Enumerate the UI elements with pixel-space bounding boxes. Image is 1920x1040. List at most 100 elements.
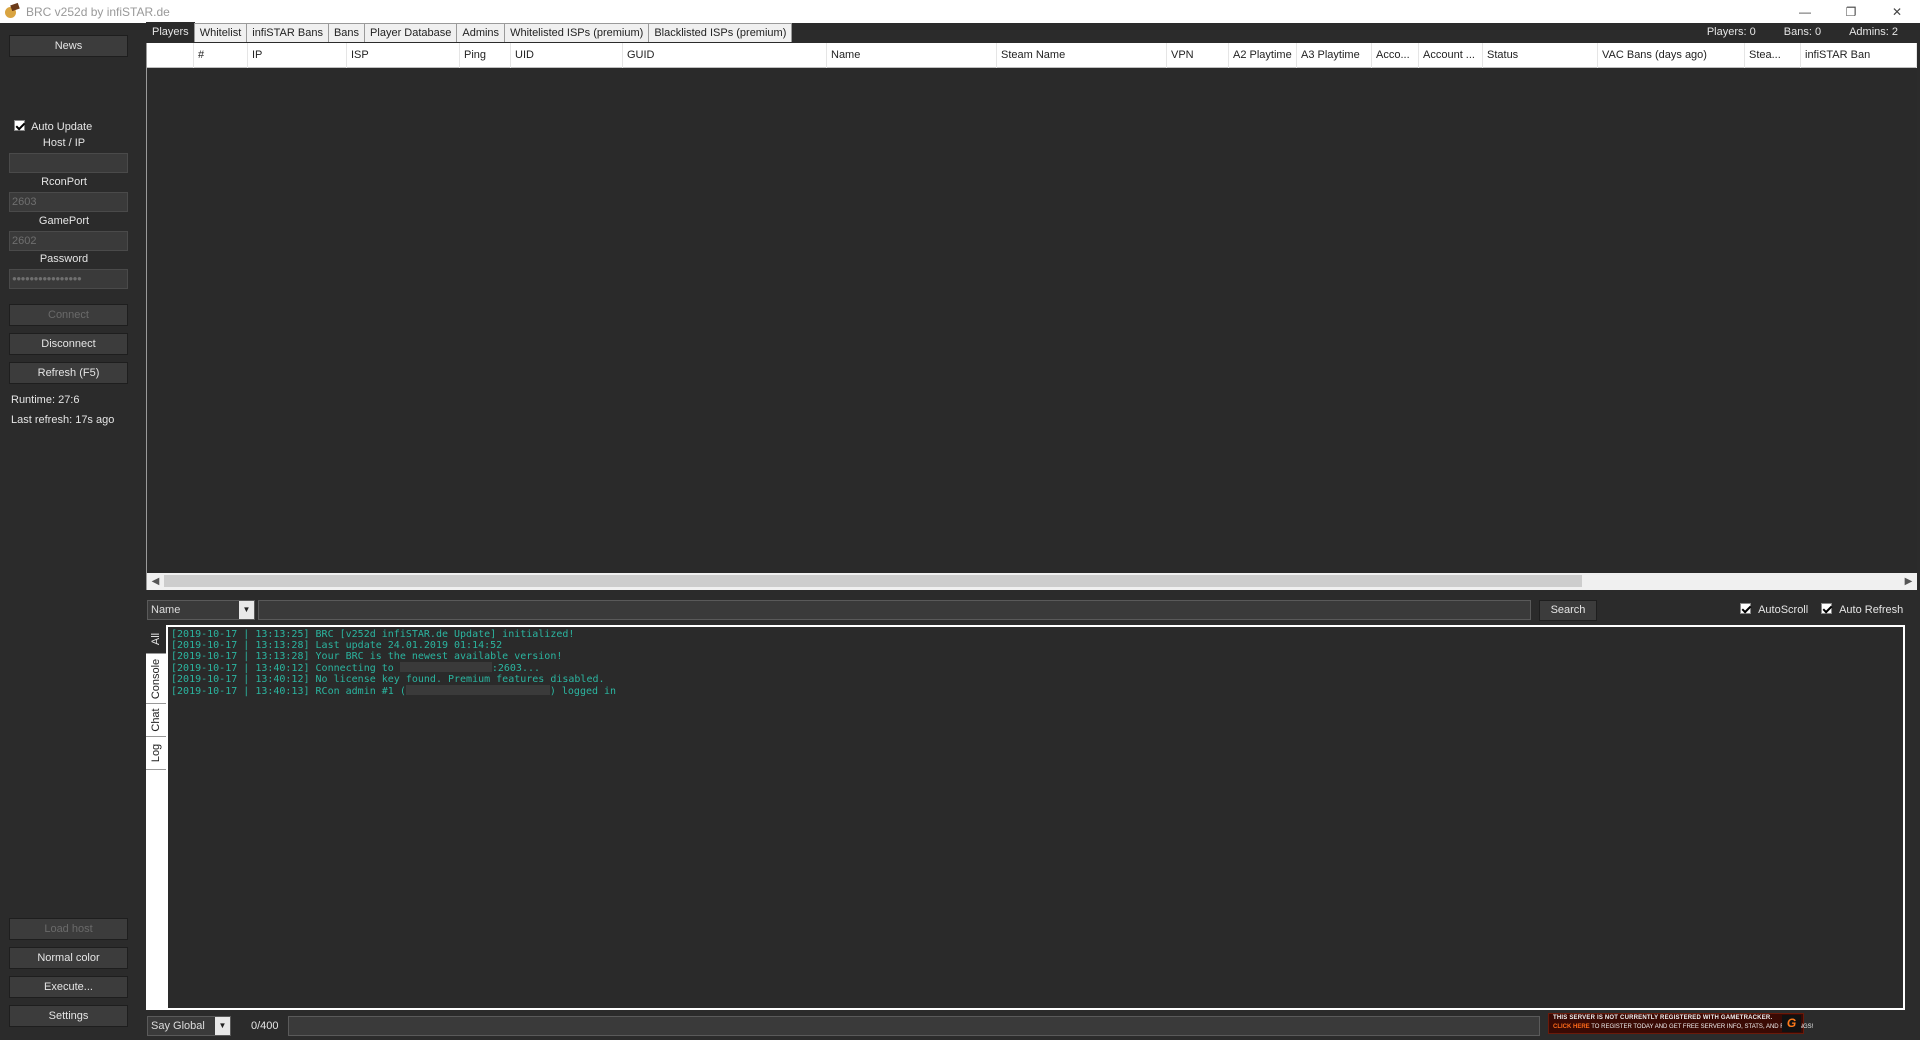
- tab-whitelisted-isps[interactable]: Whitelisted ISPs (premium): [504, 23, 650, 42]
- grid-body[interactable]: [147, 68, 1917, 573]
- column-header[interactable]: A3 Playtime: [1297, 43, 1372, 68]
- rconport-input[interactable]: 2603: [9, 192, 128, 212]
- news-button[interactable]: News: [9, 35, 128, 57]
- window-controls: — ❐ ✕: [1782, 0, 1920, 23]
- grid-header: # IP ISP Ping UID GUID Name Steam Name V…: [147, 43, 1917, 68]
- refresh-button[interactable]: Refresh (F5): [9, 362, 128, 384]
- redacted-ip: [405, 685, 550, 695]
- minimize-icon[interactable]: —: [1782, 0, 1828, 23]
- tab-player-database[interactable]: Player Database: [364, 23, 458, 42]
- column-header[interactable]: Account ...: [1419, 43, 1483, 68]
- gametracker-banner[interactable]: THIS SERVER IS NOT CURRENTLY REGISTERED …: [1548, 1013, 1813, 1034]
- log-tab-log[interactable]: Log: [146, 737, 166, 770]
- column-header[interactable]: #: [194, 43, 248, 68]
- say-message-input[interactable]: [288, 1016, 1540, 1036]
- connect-button[interactable]: Connect: [9, 304, 128, 326]
- search-button[interactable]: Search: [1539, 600, 1597, 621]
- normal-color-button[interactable]: Normal color: [9, 947, 128, 969]
- search-field-value: Name: [151, 604, 181, 616]
- players-count: Players: 0: [1706, 26, 1756, 38]
- auto-update-label: Auto Update: [31, 121, 93, 133]
- log-line: [2019-10-17 | 13:13:25] BRC [v252d infiS…: [171, 629, 575, 640]
- host-label: Host / IP: [42, 137, 86, 149]
- settings-button[interactable]: Settings: [9, 1005, 128, 1027]
- column-header[interactable]: Acco...: [1372, 43, 1419, 68]
- tab-admins[interactable]: Admins: [456, 23, 506, 42]
- grid-row-header: [147, 43, 194, 68]
- log-tab-chat[interactable]: Chat: [146, 704, 166, 737]
- column-header[interactable]: VAC Bans (days ago): [1598, 43, 1745, 68]
- search-input[interactable]: [258, 600, 1531, 620]
- column-header[interactable]: Name: [827, 43, 997, 68]
- column-header[interactable]: infiSTAR Ban: [1801, 43, 1917, 68]
- column-header[interactable]: Stea...: [1745, 43, 1801, 68]
- log-line: [2019-10-17 | 13:13:28] Your BRC is the …: [171, 651, 563, 662]
- host-input[interactable]: [9, 153, 128, 173]
- say-target-select[interactable]: Say Global ▼: [147, 1016, 231, 1036]
- checkbox-icon[interactable]: [14, 120, 25, 131]
- column-header[interactable]: A2 Playtime: [1229, 43, 1297, 68]
- disconnect-button[interactable]: Disconnect: [9, 333, 128, 355]
- scroll-right-icon[interactable]: ▶: [1900, 573, 1917, 590]
- app-icon: [4, 4, 20, 20]
- auto-update-checkbox[interactable]: Auto Update: [14, 120, 92, 133]
- search-field-select[interactable]: Name ▼: [147, 600, 255, 620]
- log-line: [2019-10-17 | 13:13:28] Last update 24.0…: [171, 640, 503, 651]
- log-tab-all[interactable]: All: [146, 625, 166, 654]
- column-header[interactable]: IP: [248, 43, 347, 68]
- column-header[interactable]: ISP: [347, 43, 460, 68]
- autorefresh-label: Auto Refresh: [1839, 604, 1904, 616]
- column-header[interactable]: Steam Name: [997, 43, 1167, 68]
- say-row: Say Global ▼ 0/400 THIS SERVER IS NOT CU…: [146, 1013, 1916, 1036]
- autoscroll-checkbox[interactable]: AutoScroll: [1740, 603, 1808, 616]
- bans-count: Bans: 0: [1783, 26, 1822, 38]
- load-host-button[interactable]: Load host: [9, 918, 128, 940]
- say-target-value: Say Global: [151, 1020, 205, 1032]
- scroll-left-icon[interactable]: ◀: [147, 573, 164, 590]
- banner-line2: CLICK HERE TO REGISTER TODAY AND GET FRE…: [1553, 1024, 1814, 1030]
- rconport-label: RconPort: [41, 176, 87, 188]
- redacted-ip: [399, 662, 492, 672]
- column-header[interactable]: UID: [511, 43, 623, 68]
- log-line: [2019-10-17 | 13:40:12] Connecting to :2…: [171, 662, 541, 674]
- column-header[interactable]: Ping: [460, 43, 511, 68]
- column-header[interactable]: Status: [1483, 43, 1598, 68]
- chevron-down-icon[interactable]: ▼: [215, 1017, 230, 1035]
- admins-count: Admins: 2: [1849, 26, 1898, 38]
- title-bar: BRC v252d by infiSTAR.de — ❐ ✕: [0, 0, 1920, 23]
- log-output[interactable]: [2019-10-17 | 13:13:25] BRC [v252d infiS…: [166, 625, 1905, 1010]
- runtime-text: Runtime: 27:6: [11, 394, 80, 406]
- players-grid: # IP ISP Ping UID GUID Name Steam Name V…: [146, 43, 1917, 590]
- horizontal-scrollbar[interactable]: ◀ ▶: [147, 573, 1917, 590]
- tab-whitelist[interactable]: Whitelist: [193, 23, 248, 42]
- main-tabs: Players Whitelist infiSTAR Bans Bans Pla…: [146, 22, 793, 43]
- log-line: [2019-10-17 | 13:40:12] No license key f…: [171, 674, 605, 685]
- search-row: Name ▼ Search AutoScroll Auto Refresh: [146, 600, 1916, 621]
- column-header[interactable]: GUID: [623, 43, 827, 68]
- gameport-input[interactable]: 2602: [9, 231, 128, 251]
- close-icon[interactable]: ✕: [1874, 0, 1920, 23]
- gameport-label: GamePort: [38, 215, 90, 227]
- log-tabs: All Console Chat Log: [146, 625, 166, 1010]
- banner-line1: THIS SERVER IS NOT CURRENTLY REGISTERED …: [1553, 1015, 1773, 1021]
- autoscroll-label: AutoScroll: [1758, 604, 1809, 616]
- restore-icon[interactable]: ❐: [1828, 0, 1874, 23]
- column-header[interactable]: VPN: [1167, 43, 1229, 68]
- checkbox-icon[interactable]: [1740, 603, 1751, 614]
- tab-infistar-bans[interactable]: infiSTAR Bans: [246, 23, 329, 42]
- tab-players[interactable]: Players: [146, 22, 195, 43]
- checkbox-icon[interactable]: [1821, 603, 1832, 614]
- window-title: BRC v252d by infiSTAR.de: [26, 4, 170, 19]
- gametracker-logo-icon: G: [1782, 1015, 1801, 1032]
- sidebar: News Auto Update Host / IP RconPort 2603…: [0, 23, 140, 1040]
- tab-blacklisted-isps[interactable]: Blacklisted ISPs (premium): [648, 23, 793, 42]
- password-input[interactable]: ●●●●●●●●●●●●●●●●: [9, 269, 128, 289]
- chevron-down-icon[interactable]: ▼: [239, 601, 254, 619]
- scrollbar-thumb[interactable]: [164, 575, 1582, 587]
- autorefresh-checkbox[interactable]: Auto Refresh: [1821, 603, 1903, 616]
- execute-button[interactable]: Execute...: [9, 976, 128, 998]
- message-counter: 0/400: [251, 1020, 279, 1032]
- last-refresh-text: Last refresh: 17s ago: [11, 414, 115, 426]
- log-tab-console[interactable]: Console: [146, 654, 166, 704]
- tab-bans[interactable]: Bans: [327, 23, 366, 42]
